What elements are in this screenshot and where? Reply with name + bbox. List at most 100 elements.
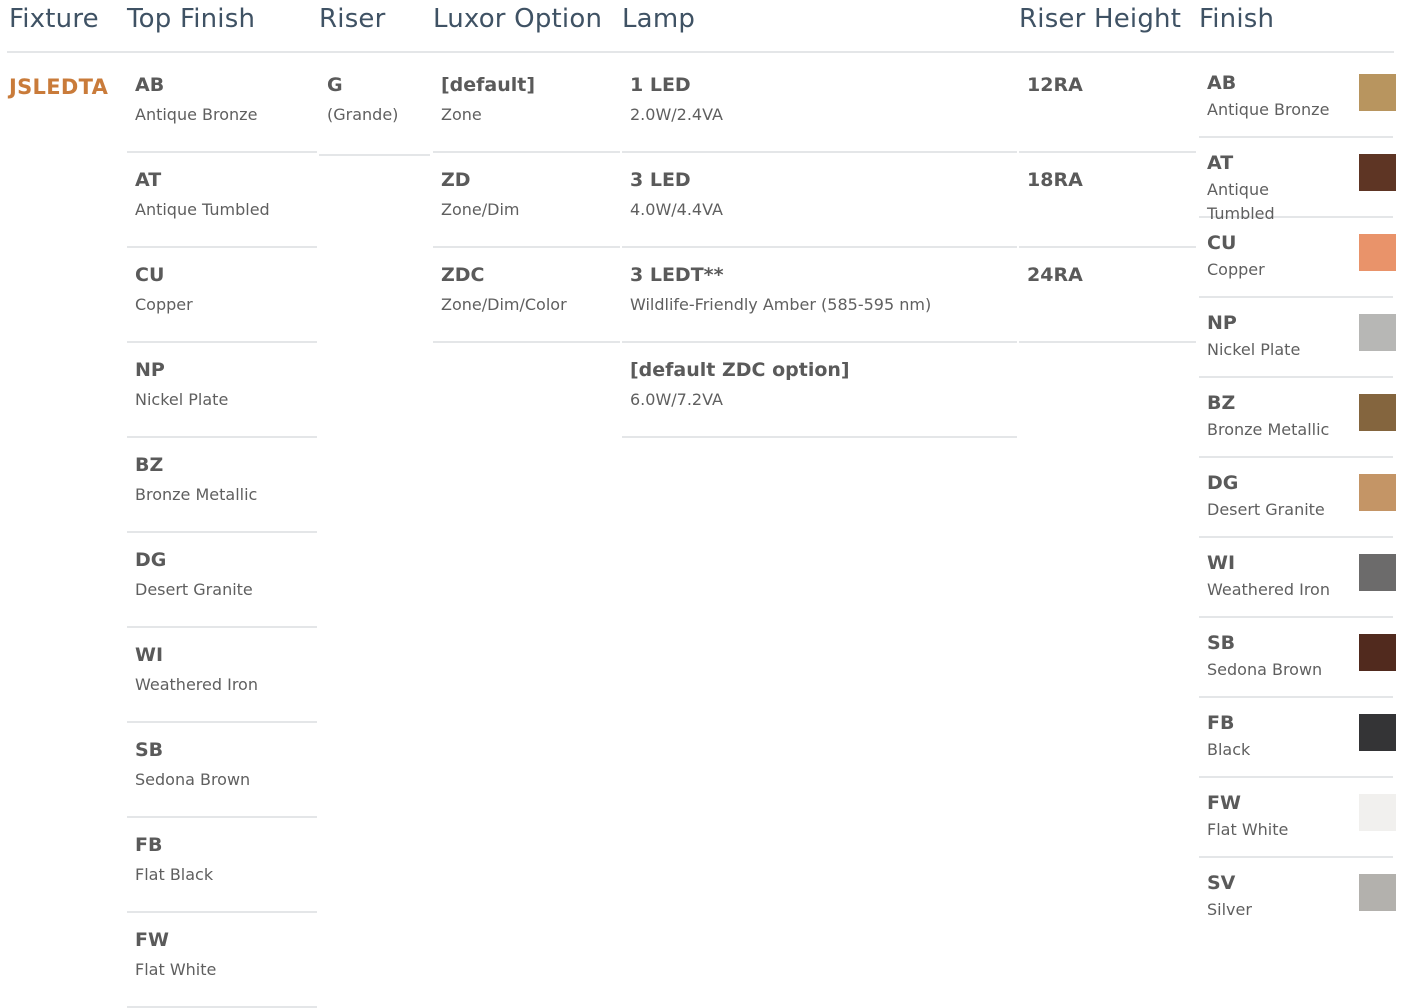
lamp-column: 1 LED 2.0W/2.4VA 3 LED 4.0W/4.4VA 3 LEDT** Wi… (622, 58, 1017, 438)
option-code: SV (1207, 872, 1236, 894)
option-description: Zone (441, 105, 482, 124)
header-finish: Finish (1199, 4, 1275, 34)
option-description: Zone/Dim/Color (441, 295, 567, 314)
option-code: WI (1207, 552, 1236, 574)
option-code: [default] (441, 74, 536, 96)
option-description: Sedona Brown (1207, 660, 1323, 679)
option-description: Zone/Dim (441, 200, 520, 219)
option-description: Nickel Plate (1207, 340, 1301, 359)
option-description: Black (1207, 740, 1251, 759)
finish-swatch (1359, 714, 1396, 751)
finish-option: SV Silver (1199, 858, 1396, 938)
option-code: CU (135, 264, 165, 286)
riser-height-column: 12RA 18RA 24RA (1019, 58, 1196, 343)
top-finish-option: FW Flat White (127, 913, 317, 1008)
option-description: Flat White (1207, 820, 1289, 839)
option-code: NP (135, 359, 165, 381)
option-code: 3 LEDT** (630, 264, 724, 286)
finish-option: AB Antique Bronze (1199, 58, 1396, 138)
top-finish-option: WI Weathered Iron (127, 628, 317, 723)
option-description: Desert Granite (135, 580, 253, 599)
header-divider (7, 51, 1394, 53)
option-description: Wildlife-Friendly Amber (585-595 nm) (630, 295, 932, 314)
option-description: Desert Granite (1207, 500, 1325, 519)
lamp-option: 3 LEDT** Wildlife-Friendly Amber (585-595… (622, 248, 1017, 343)
option-code: 1 LED (630, 74, 691, 96)
header-riser-height: Riser Height (1019, 4, 1182, 34)
finish-option: FW Flat White (1199, 778, 1396, 858)
header-lamp: Lamp (622, 4, 696, 34)
option-description: Flat Black (135, 865, 214, 884)
option-description: Bronze Metallic (1207, 420, 1330, 439)
riser-column: G (Grande) (319, 58, 430, 156)
header-luxor-option: Luxor Option (433, 4, 603, 34)
option-description: 2.0W/2.4VA (630, 105, 723, 124)
option-code: [default ZDC option] (630, 359, 850, 381)
finish-option: SB Sedona Brown (1199, 618, 1396, 698)
option-description: 6.0W/7.2VA (630, 390, 723, 409)
finish-swatch (1359, 554, 1396, 591)
finish-option: DG Desert Granite (1199, 458, 1396, 538)
finish-swatch (1359, 234, 1396, 271)
option-code: AT (1207, 152, 1234, 174)
option-code: AT (135, 169, 162, 191)
top-finish-option: AB Antique Bronze (127, 58, 317, 153)
top-finish-option: FB Flat Black (127, 818, 317, 913)
top-finish-option: CU Copper (127, 248, 317, 343)
option-description: (Grande) (327, 105, 399, 124)
finish-swatch (1359, 874, 1396, 911)
option-code: SB (135, 739, 164, 761)
option-description: Antique Tumbled (135, 200, 270, 219)
luxor-option-column: [default] Zone ZD Zone/Dim ZDC Zone/Dim/Color (433, 58, 620, 343)
finish-option: BZ Bronze Metallic (1199, 378, 1396, 458)
option-description: Bronze Metallic (135, 485, 258, 504)
option-code: BZ (135, 454, 164, 476)
option-description: Weathered Iron (135, 675, 258, 694)
option-code: FW (1207, 792, 1241, 814)
option-description: Copper (135, 295, 193, 314)
option-code: 18RA (1027, 169, 1083, 191)
finish-option: AT Antique Tumbled (1199, 138, 1396, 223)
luxor-option-option: [default] Zone (433, 58, 620, 153)
finish-column: AB Antique Bronze AT Antique Tumbled CU Coppe… (1199, 58, 1396, 938)
finish-option: FB Black (1199, 698, 1396, 778)
option-description: Weathered Iron (1207, 580, 1330, 599)
fixture-code: JSLEDTA (9, 75, 109, 99)
luxor-option-option: ZD Zone/Dim (433, 153, 620, 248)
finish-swatch (1359, 394, 1396, 431)
option-description: Flat White (135, 960, 217, 979)
option-code: SB (1207, 632, 1236, 654)
option-code: NP (1207, 312, 1237, 334)
finish-option: CU Copper (1199, 218, 1396, 298)
option-description: Silver (1207, 900, 1252, 919)
finish-option: NP Nickel Plate (1199, 298, 1396, 378)
option-code: G (327, 74, 343, 96)
top-finish-column: AB Antique Bronze AT Antique Tumbled CU Coppe… (127, 58, 317, 1008)
top-finish-option: DG Desert Granite (127, 533, 317, 628)
option-description: Antique Bronze (135, 105, 258, 124)
option-description: Antique Bronze (1207, 100, 1330, 119)
riser-height-option: 18RA (1019, 153, 1196, 248)
riser-option: G (Grande) (319, 58, 430, 156)
finish-swatch (1359, 74, 1396, 111)
top-finish-option: BZ Bronze Metallic (127, 438, 317, 533)
header-fixture: Fixture (9, 4, 99, 34)
finish-swatch (1359, 314, 1396, 351)
finish-swatch (1359, 634, 1396, 671)
lamp-option: 1 LED 2.0W/2.4VA (622, 58, 1017, 153)
option-code: DG (1207, 472, 1239, 494)
riser-height-option: 24RA (1019, 248, 1196, 343)
option-code: FW (135, 929, 169, 951)
finish-swatch (1359, 794, 1396, 831)
option-description: Nickel Plate (135, 390, 229, 409)
option-code: 3 LED (630, 169, 691, 191)
option-code: ZDC (441, 264, 485, 286)
option-code: 12RA (1027, 74, 1083, 96)
option-code: ZD (441, 169, 471, 191)
option-description: Sedona Brown (135, 770, 251, 789)
finish-swatch (1359, 474, 1396, 511)
top-finish-option: AT Antique Tumbled (127, 153, 317, 248)
option-code: 24RA (1027, 264, 1083, 286)
option-description: 4.0W/4.4VA (630, 200, 723, 219)
lamp-option: 3 LED 4.0W/4.4VA (622, 153, 1017, 248)
